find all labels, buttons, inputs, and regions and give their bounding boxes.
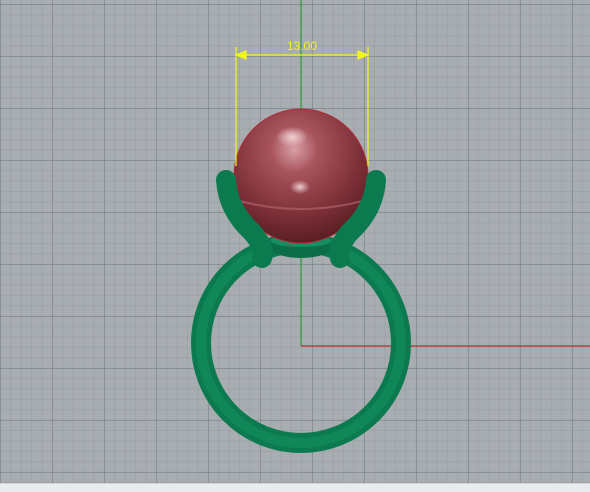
scene-canvas[interactable]: [0, 0, 590, 483]
front-viewport[interactable]: 13.00: [0, 0, 590, 483]
dimension-label: 13.00: [286, 39, 318, 53]
